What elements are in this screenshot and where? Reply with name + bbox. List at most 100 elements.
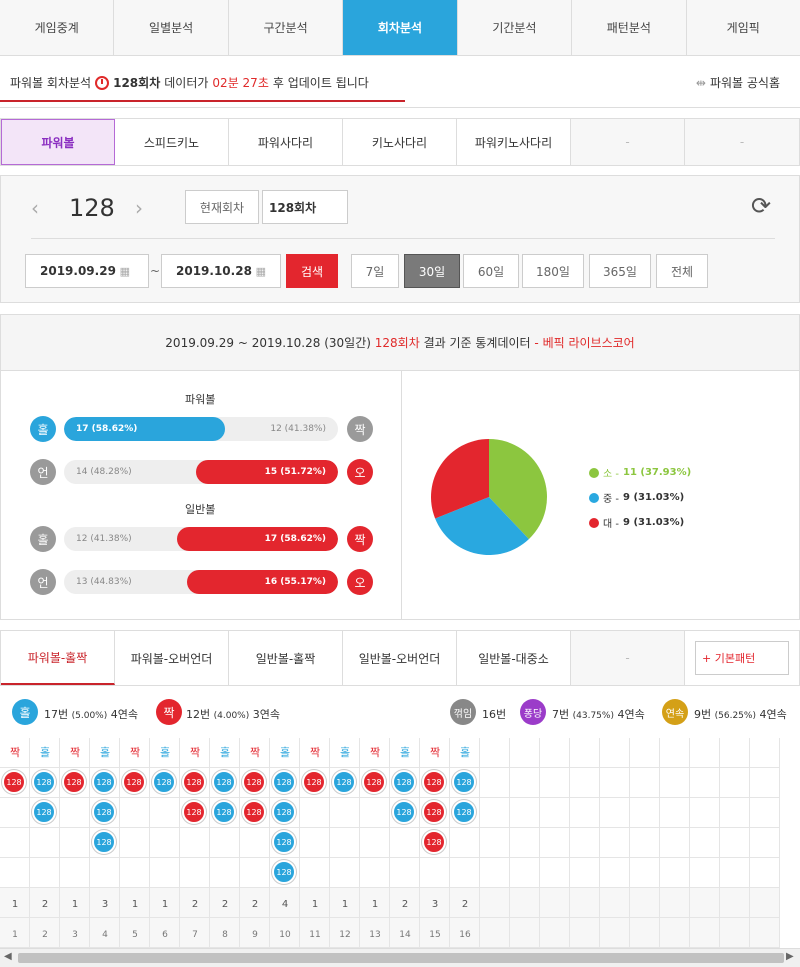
grid-cell — [90, 858, 120, 888]
tab-empty-2: - — [685, 119, 799, 165]
result-ball: 128 — [272, 800, 296, 824]
basic-pattern-button[interactable]: + 기본패턴 — [695, 641, 789, 675]
column-header: 짝 — [309, 746, 321, 759]
game-nav: 파워볼 스피드키노 파워사다리 키노사다리 파워키노사다리 - - — [0, 118, 800, 166]
column-index: 5 — [132, 930, 138, 940]
grid-cell — [660, 888, 690, 918]
column-count: 3 — [431, 899, 439, 910]
column-index: 8 — [222, 930, 228, 940]
grid-cell — [300, 858, 330, 888]
powerball-title: 파워볼 — [185, 393, 216, 406]
grid-cell — [60, 798, 90, 828]
result-ball: 128 — [182, 800, 206, 824]
result-ball: 128 — [422, 830, 446, 854]
tab-pick[interactable]: 게임픽 — [687, 0, 800, 55]
top-nav: 게임중계 일별분석 구간분석 회차분석 기간분석 패턴분석 게임픽 — [0, 0, 800, 56]
grid-cell — [540, 888, 570, 918]
tab-live[interactable]: 게임중계 — [0, 0, 115, 55]
scroll-thumb[interactable] — [18, 953, 784, 963]
grid-cell — [540, 798, 570, 828]
column-index: 4 — [102, 930, 108, 940]
tab-pattern[interactable]: 패턴분석 — [572, 0, 687, 55]
continuous-pct: (56.25%) — [714, 711, 756, 721]
tab-nb-overunder[interactable]: 일반볼-오버언더 — [343, 631, 457, 685]
tab-powerball[interactable]: 파워볼 — [1, 119, 115, 165]
column-header: 홀 — [279, 746, 291, 759]
next-round-icon[interactable]: › — [135, 196, 143, 220]
legend-value: 9 (31.03%) — [623, 492, 685, 503]
pb_under-bar: 14 (48.28%) 15 (51.72%) — [64, 460, 338, 484]
round-input[interactable]: 128회차 — [262, 190, 348, 224]
result-ball: 128 — [452, 800, 476, 824]
pb_under-left-badge: 언 — [30, 459, 56, 485]
info-suffix: 후 업데이트 됩니다 — [272, 76, 369, 90]
grid-cell — [630, 768, 660, 798]
period-30[interactable]: 30일 — [404, 254, 460, 288]
grid-cell — [360, 828, 390, 858]
clock-icon — [95, 75, 110, 90]
grid-cell — [570, 918, 600, 948]
tab-kenoladder[interactable]: 키노사다리 — [343, 119, 457, 165]
result-ball: 128 — [2, 770, 26, 794]
grid-cell — [630, 798, 660, 828]
info-time: 02분 27초 — [212, 76, 269, 90]
refresh-icon[interactable]: ⟳ — [751, 192, 771, 220]
result-ball: 128 — [182, 770, 206, 794]
info-prefix: 파워볼 회차분석 — [10, 76, 92, 90]
legend-label: 중 - — [603, 494, 619, 505]
horizontal-scrollbar[interactable]: ◀ ▶ — [0, 948, 800, 967]
column-header: 홀 — [219, 746, 231, 759]
period-60[interactable]: 60일 — [463, 254, 519, 288]
date-from-input[interactable]: 2019.09.29 ▦ — [25, 254, 149, 288]
nb_under-bar: 13 (44.83%) 16 (55.17%) — [64, 570, 338, 594]
scroll-right-icon[interactable]: ▶ — [786, 951, 794, 962]
result-ball: 128 — [392, 800, 416, 824]
tab-section[interactable]: 구간분석 — [229, 0, 344, 55]
column-header: 짝 — [129, 746, 141, 759]
period-7[interactable]: 7일 — [351, 254, 399, 288]
tab-pb-overunder[interactable]: 파워볼-오버언더 — [115, 631, 229, 685]
stats-source: - 베픽 라이브스코어 — [534, 336, 635, 350]
result-ball: 128 — [32, 800, 56, 824]
tab-round[interactable]: 회차분석 — [343, 0, 458, 55]
tab-nb-oddeven[interactable]: 일반볼-홀짝 — [229, 631, 343, 685]
period-all[interactable]: 전체 — [656, 254, 708, 288]
nb_odd-bar: 12 (41.38%) 17 (58.62%) — [64, 527, 338, 551]
grid-cell — [390, 828, 420, 858]
column-count: 2 — [191, 899, 199, 910]
official-link[interactable]: ⇹ 파워볼 공식홈 — [696, 74, 780, 91]
grid-cell — [540, 738, 570, 768]
tab-powerladder[interactable]: 파워사다리 — [229, 119, 343, 165]
grid-cell — [480, 768, 510, 798]
prev-round-icon[interactable]: ‹ — [31, 196, 39, 220]
pattern-summary: 홀 17번 (5.00%) 4연속 짝 12번 (4.00%) 3연속 꺾임 1… — [0, 686, 800, 738]
tab-powerkenoladder[interactable]: 파워키노사다리 — [457, 119, 571, 165]
tab-daily[interactable]: 일별분석 — [114, 0, 229, 55]
column-index: 16 — [459, 930, 471, 940]
date-to-input[interactable]: 2019.10.28 ▦ — [161, 254, 281, 288]
info-round: 128회차 — [113, 76, 161, 90]
grid-cell — [570, 858, 600, 888]
period-365[interactable]: 365일 — [589, 254, 651, 288]
result-ball: 128 — [92, 800, 116, 824]
scroll-left-icon[interactable]: ◀ — [4, 951, 12, 962]
search-button[interactable]: 검색 — [286, 254, 338, 288]
grid-cell — [510, 918, 540, 948]
tab-empty-1: - — [571, 119, 685, 165]
tab-period[interactable]: 기간분석 — [458, 0, 573, 55]
continuous-streak: 4연속 — [759, 708, 787, 721]
grid-cell — [750, 918, 780, 948]
period-180[interactable]: 180일 — [522, 254, 584, 288]
tab-speedkeno[interactable]: 스피드키노 — [115, 119, 229, 165]
legend-dot-icon — [589, 467, 599, 478]
result-ball: 128 — [122, 770, 146, 794]
tab-pb-oddeven[interactable]: 파워볼-홀짝 — [1, 631, 115, 685]
continuous-summary: 9번 (56.25%) 4연속 — [694, 706, 787, 722]
legend-value: 9 (31.03%) — [623, 517, 685, 528]
current-round-button[interactable]: 현재회차 — [185, 190, 259, 224]
grid-cell — [600, 798, 630, 828]
column-index: 3 — [72, 930, 78, 940]
grid-cell — [510, 858, 540, 888]
tab-nb-size[interactable]: 일반볼-대중소 — [457, 631, 571, 685]
tab-empty: - — [571, 631, 685, 685]
